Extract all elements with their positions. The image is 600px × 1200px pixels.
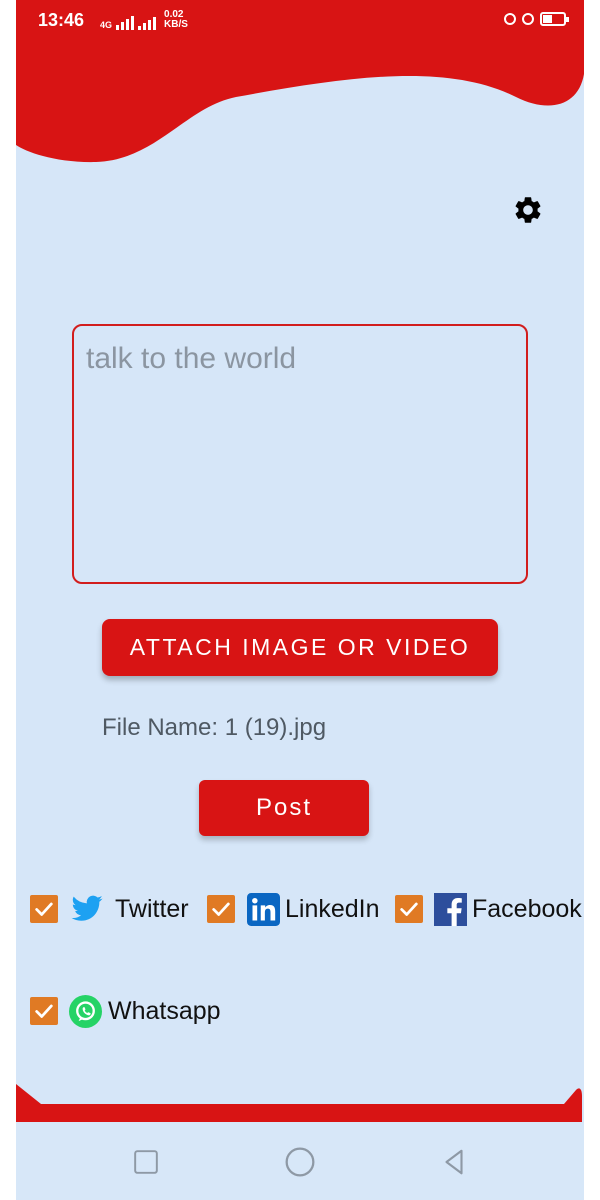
signal-strength-icon-2 — [138, 14, 157, 30]
network-status: 4G 0.02 KB/S — [100, 10, 188, 30]
top-wave-banner — [16, 42, 584, 163]
system-navigation-bar — [16, 1122, 584, 1200]
selected-file-name: File Name: 1 (19).jpg — [102, 714, 327, 741]
square-icon — [134, 1150, 158, 1174]
status-bar: 13:46 4G 0.02 KB/S — [16, 0, 584, 42]
network-type-label: 4G — [100, 20, 113, 30]
battery-icon — [540, 12, 569, 26]
post-button[interactable]: Post — [199, 780, 369, 836]
checkmark-icon — [35, 1004, 53, 1018]
recent-apps-button[interactable] — [126, 1142, 166, 1182]
circle-icon — [285, 1147, 315, 1177]
signal-strength-icon — [116, 14, 135, 30]
home-button[interactable] — [280, 1142, 320, 1182]
status-icons — [504, 12, 569, 26]
facebook-checkbox[interactable] — [395, 895, 423, 923]
gear-icon — [515, 197, 541, 223]
linkedin-icon — [246, 892, 280, 926]
whatsapp-checkbox[interactable] — [30, 997, 58, 1025]
twitter-icon — [70, 892, 104, 926]
bottom-banner-shape — [16, 1084, 582, 1122]
message-box[interactable] — [72, 324, 528, 584]
settings-button[interactable] — [510, 192, 546, 228]
checkmark-icon — [400, 902, 418, 916]
checkmark-icon — [212, 902, 230, 916]
screen: 13:46 4G 0.02 KB/S talk to the world ATT… — [0, 0, 600, 1200]
lock-rotation-icon — [504, 13, 516, 25]
back-button[interactable] — [434, 1142, 474, 1182]
attach-media-button[interactable]: ATTACH IMAGE OR VIDEO — [102, 619, 498, 676]
linkedin-label: LinkedIn — [285, 895, 380, 923]
checkmark-icon — [35, 902, 53, 916]
network-speed-unit: KB/S — [164, 19, 188, 30]
twitter-checkbox[interactable] — [30, 895, 58, 923]
top-wave-shape — [16, 42, 584, 163]
network-speed: 0.02 KB/S — [164, 10, 188, 30]
whatsapp-icon — [68, 994, 102, 1028]
whatsapp-label: Whatsapp — [108, 997, 221, 1025]
facebook-icon — [433, 892, 467, 926]
triangle-back-icon — [445, 1149, 463, 1175]
bottom-banner — [16, 1084, 582, 1122]
twitter-label: Twitter — [115, 895, 189, 923]
alarm-icon — [522, 13, 534, 25]
status-time: 13:46 — [38, 10, 85, 30]
facebook-label: Facebook — [472, 895, 582, 923]
battery-fill — [543, 15, 552, 23]
linkedin-checkbox[interactable] — [207, 895, 235, 923]
message-input[interactable] — [74, 326, 526, 582]
